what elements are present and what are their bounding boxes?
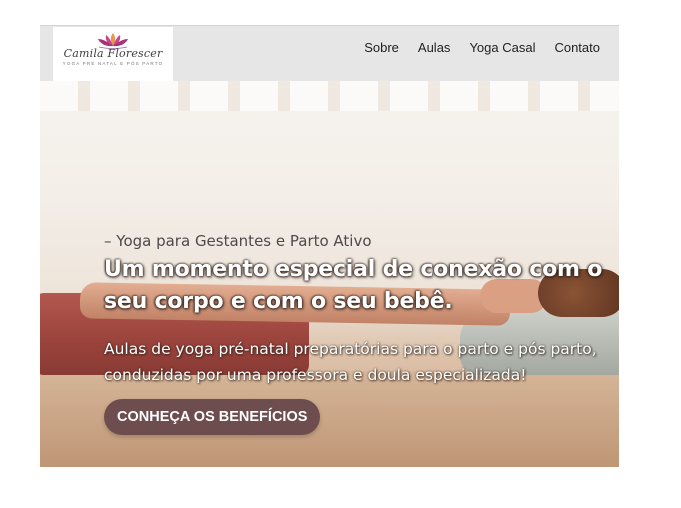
nav-item-sobre[interactable]: Sobre bbox=[364, 40, 399, 55]
main-nav: Sobre Aulas Yoga Casal Contato bbox=[364, 40, 600, 55]
brand-tagline: YOGA PRÉ NATAL E PÓS PARTO bbox=[62, 61, 164, 66]
hero-kicker: – Yoga para Gestantes e Parto Ativo bbox=[104, 232, 372, 250]
hero-subtext: Aulas de yoga pré-natal preparatórias pa… bbox=[104, 340, 597, 384]
website: Camila Florescer YOGA PRÉ NATAL E PÓS PA… bbox=[40, 25, 619, 467]
nav-item-contato[interactable]: Contato bbox=[554, 40, 600, 55]
brand-name: Camila Florescer bbox=[63, 47, 163, 60]
nav-item-aulas[interactable]: Aulas bbox=[418, 40, 451, 55]
hero-headline: Um momento especial de conexão com o seu… bbox=[104, 257, 603, 314]
benefits-button[interactable]: CONHEÇA OS BENEFÍCIOS bbox=[104, 399, 321, 435]
hero-section: – Yoga para Gestantes e Parto Ativo Um m… bbox=[40, 81, 619, 467]
site-header: Camila Florescer YOGA PRÉ NATAL E PÓS PA… bbox=[40, 25, 619, 82]
nav-item-yoga-casal[interactable]: Yoga Casal bbox=[469, 40, 535, 55]
logo[interactable]: Camila Florescer YOGA PRÉ NATAL E PÓS PA… bbox=[53, 27, 173, 82]
